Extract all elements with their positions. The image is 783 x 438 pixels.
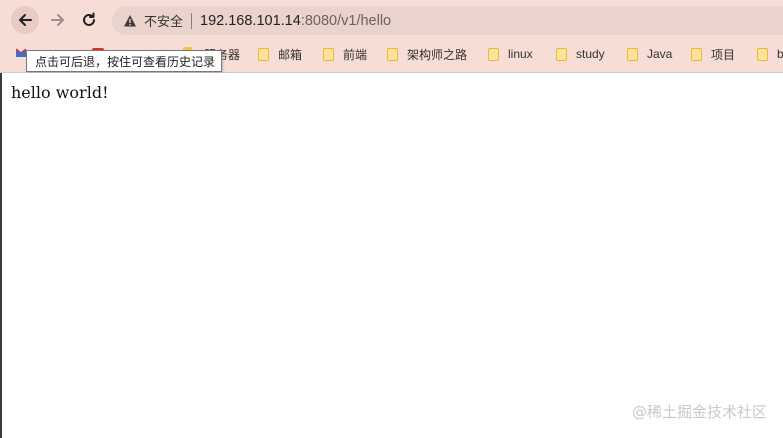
url-text[interactable]: 192.168.101.14:8080/v1/hello [200, 13, 391, 29]
url-path: :8080/v1/hello [300, 12, 392, 29]
bookmark-study[interactable]: study [556, 44, 605, 64]
gmail-icon[interactable] [16, 48, 26, 58]
back-button[interactable] [11, 6, 39, 34]
address-bar[interactable]: 不安全 192.168.101.14:8080/v1/hello [112, 6, 783, 35]
bookmark-label: Java [647, 47, 673, 61]
folder-icon [323, 47, 334, 61]
bookmark-linux[interactable]: linux [488, 44, 533, 64]
warning-icon[interactable] [123, 14, 137, 28]
bookmark-label: b [777, 47, 783, 61]
bookmark-label: linux [508, 47, 533, 61]
reload-icon [83, 12, 95, 26]
folder-icon [757, 47, 768, 61]
bookmark-label: 邮箱 [278, 47, 303, 62]
folder-icon [627, 47, 638, 61]
folder-icon [387, 47, 398, 61]
page-body-text: hello world! [11, 83, 109, 102]
bookmark-b[interactable]: b [757, 44, 783, 64]
bookmark-java[interactable]: Java [627, 44, 672, 64]
security-label[interactable]: 不安全 [144, 11, 183, 30]
browser-chrome: 不安全 192.168.101.14:8080/v1/hello 服务器 邮箱 … [0, 0, 783, 73]
arrow-right-icon [51, 14, 64, 26]
folder-icon [488, 47, 499, 61]
reload-button[interactable] [75, 6, 103, 34]
folder-icon [691, 47, 702, 61]
omnibox-divider [191, 12, 193, 29]
bookmark-label: 项目 [711, 47, 736, 62]
page-content: hello world! @稀土掘金技术社区 [0, 73, 783, 438]
bookmark-frontend[interactable]: 前端 [323, 44, 367, 64]
bookmark-architect[interactable]: 架构师之路 [387, 44, 467, 64]
bookmark-mail[interactable]: 邮箱 [258, 44, 302, 64]
arrow-left-icon [19, 14, 32, 26]
folder-icon [556, 47, 567, 61]
bookmark-label: 架构师之路 [407, 47, 468, 62]
watermark: @稀土掘金技术社区 [631, 403, 767, 421]
bookmark-label: study [576, 47, 605, 61]
folder-icon [258, 47, 269, 61]
bookmark-label: 前端 [343, 47, 368, 62]
url-host: 192.168.101.14 [200, 12, 301, 29]
back-button-tooltip: 点击可后退，按住可查看历史记录 [26, 50, 222, 72]
forward-button[interactable] [44, 6, 72, 34]
bookmark-projects[interactable]: 项目 [691, 44, 735, 64]
